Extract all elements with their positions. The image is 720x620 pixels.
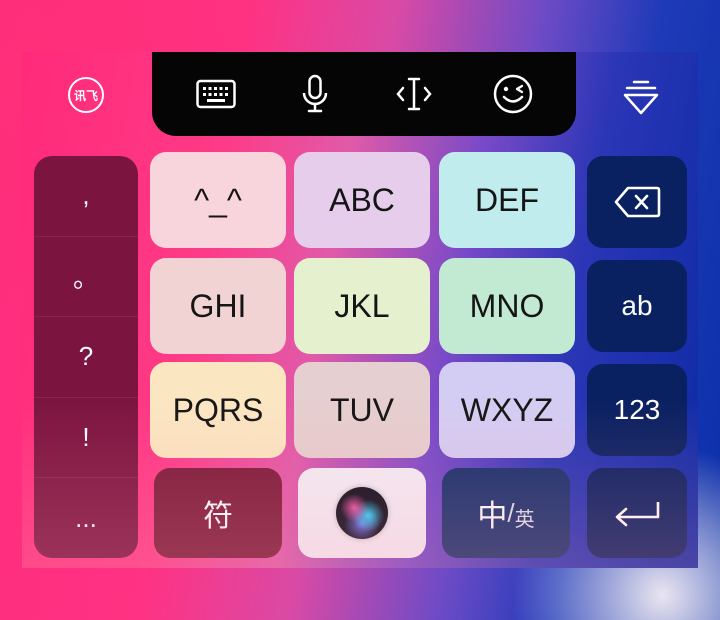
toolbar [152, 52, 576, 136]
punct-key-exclamation[interactable]: ! [34, 398, 138, 479]
collapse-keyboard-icon[interactable] [606, 66, 676, 130]
key-def[interactable]: DEF [439, 152, 575, 248]
punct-key-ellipsis[interactable]: ... [34, 478, 138, 558]
backspace-icon [614, 186, 661, 218]
key-wxyz[interactable]: WXYZ [439, 362, 575, 458]
punct-key-period[interactable]: 。 [34, 237, 138, 318]
lang-main-label: 中 [477, 500, 508, 533]
backspace-button[interactable] [587, 156, 687, 248]
punct-key-question[interactable]: ? [34, 317, 138, 398]
symbol-key[interactable]: 符 [154, 468, 282, 558]
text-cursor-icon[interactable] [384, 64, 444, 124]
key-ghi[interactable]: GHI [150, 258, 286, 354]
siri-button[interactable] [298, 468, 426, 558]
siri-icon [336, 487, 388, 539]
key-emoticon[interactable]: ^_^ [150, 152, 286, 248]
ab-key[interactable]: ab [587, 260, 687, 352]
keyboard: 讯飞 , 。 ? ! ... ^_^ ABC DEF GHI JKL MNO P… [22, 52, 698, 568]
emoji-wink-icon[interactable] [483, 64, 543, 124]
punct-key-comma[interactable]: , [34, 156, 138, 237]
key-mno[interactable]: MNO [439, 258, 575, 354]
key-abc[interactable]: ABC [294, 152, 430, 248]
key-tuv[interactable]: TUV [294, 362, 430, 458]
key-pqrs[interactable]: PQRS [150, 362, 286, 458]
ifly-logo-area[interactable]: 讯飞 [22, 52, 150, 138]
enter-button[interactable] [587, 468, 687, 558]
key-jkl[interactable]: JKL [294, 258, 430, 354]
keyboard-icon[interactable] [186, 64, 246, 124]
punctuation-column: , 。 ? ! ... [34, 156, 138, 558]
microphone-icon[interactable] [285, 64, 345, 124]
lang-separator: / [507, 497, 515, 528]
language-switch-key[interactable]: 中 / 英 [442, 468, 570, 558]
ifly-logo-icon: 讯飞 [68, 77, 104, 113]
enter-icon [615, 502, 660, 527]
lang-alt-label: 英 [514, 508, 535, 531]
number-key[interactable]: 123 [587, 364, 687, 456]
